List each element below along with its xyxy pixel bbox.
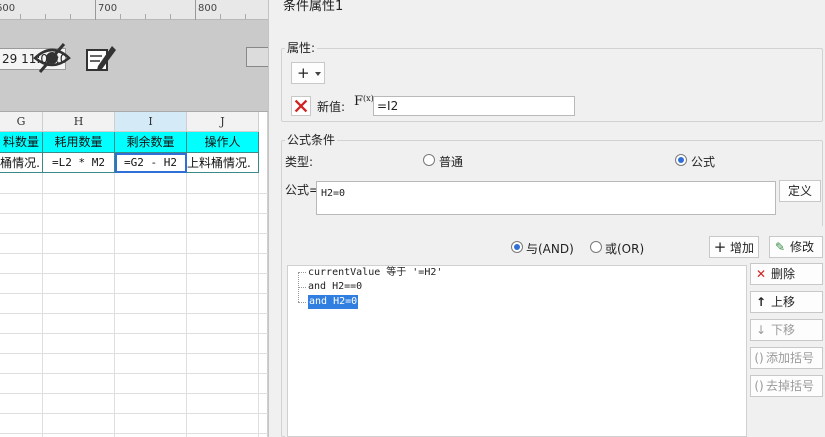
define-button[interactable]: 定义 — [779, 180, 821, 202]
delete-condition-button[interactable]: ✕ 删除 — [750, 263, 823, 285]
column-header-i[interactable]: I — [115, 112, 187, 132]
add-property-button[interactable]: + — [291, 62, 325, 84]
type-normal-radio[interactable] — [423, 154, 435, 166]
horizontal-ruler: 600 700 800 — [0, 0, 268, 20]
gear-edit-icon: ✎ — [774, 240, 786, 254]
type-normal-label[interactable]: 普通 — [439, 153, 463, 170]
plus-icon: + — [713, 238, 727, 256]
modify-condition-button[interactable]: ✎ 修改 — [769, 236, 823, 258]
header-cell[interactable]: 料数量 — [0, 132, 43, 153]
spreadsheet-grid: G H I J 料数量 耗用数量 剩余数量 操作人 桶情况. =L2 * M2 … — [0, 112, 268, 437]
move-up-button[interactable]: ↑ 上移 — [750, 291, 823, 313]
bracket-icon: () — [754, 351, 764, 365]
formula-fx-icon[interactable]: F(x) — [354, 94, 374, 109]
eye-hidden-icon[interactable] — [32, 40, 72, 74]
edit-pencil-icon[interactable] — [84, 40, 118, 74]
condition-item[interactable]: currentValue 等于 '=H2' — [308, 266, 442, 280]
type-formula-label[interactable]: 公式 — [691, 153, 715, 170]
condition-attributes-dialog: 条件属性1 属性: + 新值: F(x) =I2 公式条件 类型: 普通 公式 … — [268, 0, 825, 437]
ruler-label: 600 — [0, 3, 16, 14]
move-down-button[interactable]: ↓ 下移 — [750, 319, 823, 341]
design-canvas: 29 11:00:00 — [0, 20, 270, 112]
condition-tree[interactable]: currentValue 等于 '=H2' and H2==0 and H2=0 — [287, 265, 747, 437]
column-header-j[interactable]: J — [187, 112, 259, 132]
header-cell[interactable]: 操作人 — [187, 132, 259, 153]
properties-legend: 属性: — [285, 39, 318, 56]
ruler-label: 700 — [98, 3, 118, 14]
condition-item[interactable]: and H2==0 — [308, 280, 362, 294]
type-label: 类型: — [285, 155, 314, 169]
delete-property-icon[interactable] — [291, 96, 311, 116]
logic-and-label[interactable]: 与(AND) — [526, 240, 574, 257]
plus-icon: + — [297, 64, 310, 82]
logic-or-label[interactable]: 或(OR) — [605, 240, 644, 257]
header-cell[interactable]: 剩余数量 — [115, 132, 187, 153]
formula-condition-legend: 公式条件 — [285, 131, 338, 148]
ruler-label: 800 — [198, 3, 218, 14]
type-formula-radio[interactable] — [675, 154, 687, 166]
add-bracket-button[interactable]: () 添加括号 — [750, 347, 823, 369]
remove-bracket-button[interactable]: () 去掉括号 — [750, 375, 823, 397]
arrow-down-icon: ↓ — [755, 323, 767, 337]
formula-textarea[interactable]: H2=0 — [316, 181, 776, 215]
canvas-button[interactable] — [246, 47, 270, 67]
add-condition-button[interactable]: + 增加 — [709, 236, 759, 258]
selected-data-cell[interactable]: =G2 - H2 — [115, 153, 187, 173]
close-icon: ✕ — [755, 267, 767, 281]
logic-and-radio[interactable] — [511, 241, 523, 253]
bracket-remove-icon: () — [754, 379, 764, 393]
data-cell[interactable]: 上料桶情况. — [187, 153, 259, 173]
condition-item-selected[interactable]: and H2=0 — [308, 295, 359, 309]
data-cell[interactable]: 桶情况. — [0, 153, 43, 173]
new-value-label: 新值: — [317, 100, 346, 114]
column-header-h[interactable]: H — [43, 112, 115, 132]
logic-or-radio[interactable] — [590, 241, 602, 253]
header-cell[interactable]: 耗用数量 — [43, 132, 115, 153]
formula-label: 公式= — [285, 183, 320, 197]
dialog-title: 条件属性1 — [283, 0, 344, 14]
arrow-up-icon: ↑ — [755, 295, 767, 309]
data-cell[interactable]: =L2 * M2 — [43, 153, 115, 173]
new-value-input[interactable]: =I2 — [373, 96, 575, 116]
column-header-g[interactable]: G — [0, 112, 43, 132]
chevron-down-icon — [315, 72, 321, 76]
